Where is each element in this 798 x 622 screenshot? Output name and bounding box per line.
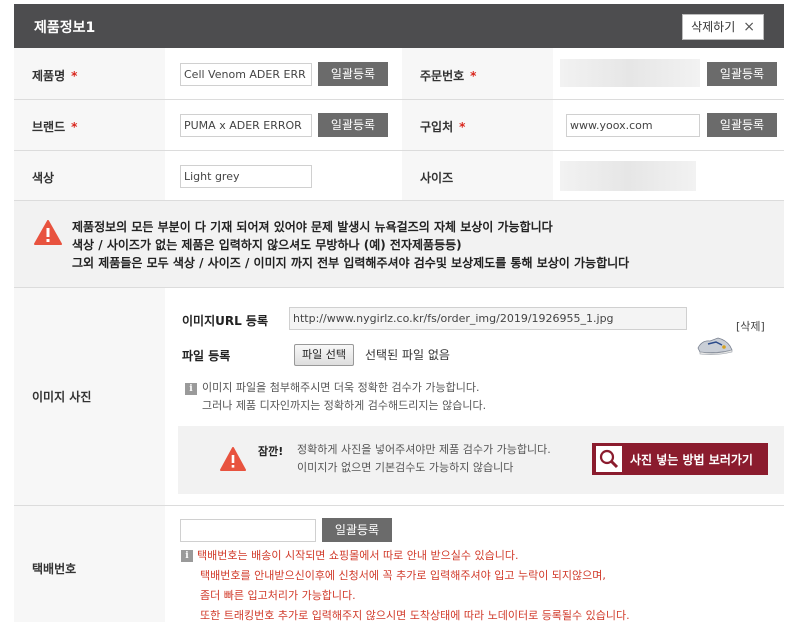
warning-icon: [220, 447, 246, 471]
size-label: 사이즈: [420, 171, 454, 185]
row-brand: 브랜드 * PUMA x ADER ERROR 일괄등록 구입처 * www.yoo…: [14, 100, 784, 151]
shop-bulk-button[interactable]: 일괄등록: [707, 113, 777, 137]
image-url-input[interactable]: http://www.nygirlz.co.kr/fs/order_img/20…: [289, 307, 687, 330]
file-status-text: 선택된 파일 없음: [365, 348, 450, 362]
image-delete-link[interactable]: [삭제]: [736, 318, 765, 336]
image-label: 이미지 사진: [32, 390, 92, 404]
notice-text: 제품정보의 모든 부분이 다 기재 되어져 있어야 문제 발생시 뉴욕걸즈의 자…: [72, 220, 630, 270]
color-input[interactable]: Light grey: [180, 165, 312, 188]
info-icon: i: [181, 550, 193, 562]
delete-product-button[interactable]: 삭제하기 ×: [682, 14, 764, 40]
delete-button-label: 삭제하기: [691, 20, 736, 34]
brand-input[interactable]: PUMA x ADER ERROR: [180, 114, 312, 137]
close-icon: ×: [743, 19, 755, 35]
photo-tip-box: 잠깐! 정확하게 사진을 넣어주셔야만 제품 검수가 가능합니다. 이미지가 없…: [178, 426, 784, 494]
tip-text: 정확하게 사진을 넣어주셔야만 제품 검수가 가능합니다. 이미지가 없으면 기…: [297, 443, 551, 474]
row-product-name: 제품명 * Cell Venom ADER ERR 일괄등록 주문번호 * 일괄등록: [14, 48, 784, 100]
product-info-header: 제품정보1 삭제하기 ×: [14, 4, 784, 48]
howto-button-label: 사진 넣는 방법 보러가기: [630, 452, 753, 467]
size-input[interactable]: [560, 161, 696, 191]
shop-input[interactable]: www.yoox.com: [566, 114, 700, 137]
image-info-text: 이미지 파일을 첨부해주시면 더욱 정확한 검수가 가능합니다. 그러나 제품 …: [202, 381, 487, 412]
row-tracking: 택배번호 일괄등록 i 택배번호는 배송이 시작되면 쇼핑몰에서 따로 안내 받…: [14, 506, 784, 622]
warning-icon: [34, 220, 62, 245]
order-number-bulk-button[interactable]: 일괄등록: [707, 62, 777, 86]
shoe-thumbnail: [697, 337, 733, 355]
order-number-label: 주문번호 *: [420, 69, 477, 83]
product-name-bulk-button[interactable]: 일괄등록: [318, 62, 388, 86]
product-name-label: 제품명 *: [32, 69, 78, 83]
product-name-input[interactable]: Cell Venom ADER ERR: [180, 63, 312, 86]
color-label: 색상: [32, 171, 55, 185]
info-icon: i: [185, 383, 197, 395]
brand-bulk-button[interactable]: 일괄등록: [318, 113, 388, 137]
row-color: 색상 Light grey 사이즈: [14, 151, 784, 201]
tracking-label: 택배번호: [32, 562, 77, 576]
photo-howto-button[interactable]: 사진 넣는 방법 보러가기: [592, 443, 768, 475]
tip-title: 잠깐!: [258, 445, 284, 458]
file-select-button[interactable]: 파일 선택: [294, 344, 354, 366]
tracking-input[interactable]: [180, 519, 316, 542]
tracking-info-text: 택배번호는 배송이 시작되면 쇼핑몰에서 따로 안내 받으실수 있습니다. 택배…: [197, 549, 630, 622]
order-number-input[interactable]: [560, 59, 700, 87]
shop-label: 구입처 *: [420, 120, 466, 134]
image-url-label: 이미지URL 등록: [182, 314, 269, 328]
brand-label: 브랜드 *: [32, 120, 78, 134]
file-upload-label: 파일 등록: [182, 349, 231, 363]
tracking-bulk-button[interactable]: 일괄등록: [322, 518, 392, 542]
notice-box: 제품정보의 모든 부분이 다 기재 되어져 있어야 문제 발생시 뉴욕걸즈의 자…: [14, 201, 784, 288]
search-icon: [596, 446, 622, 472]
row-image: 이미지 사진 이미지URL 등록 http://www.nygirlz.co.k…: [14, 288, 784, 506]
section-title: 제품정보1: [34, 20, 96, 36]
